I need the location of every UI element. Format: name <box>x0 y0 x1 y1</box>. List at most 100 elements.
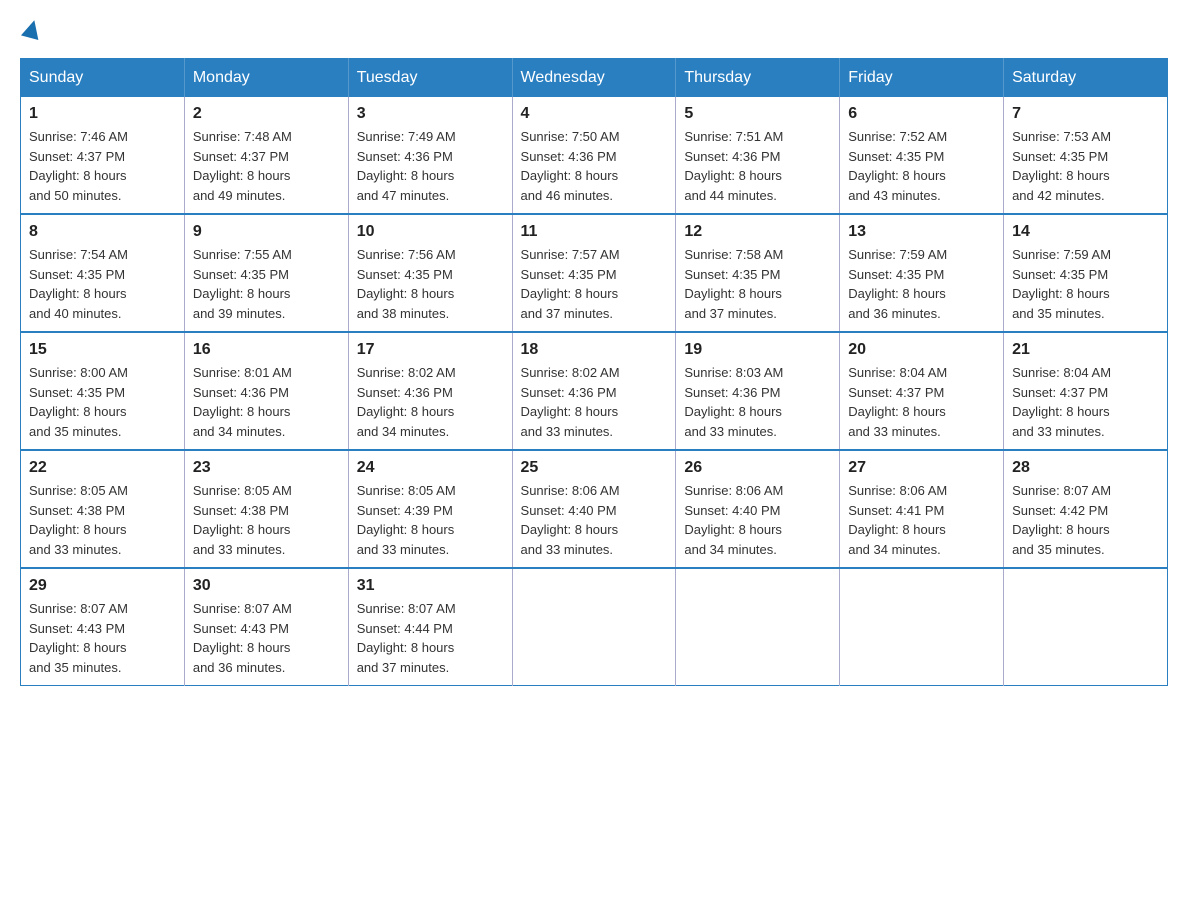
calendar-cell: 21 Sunrise: 8:04 AMSunset: 4:37 PMDaylig… <box>1004 332 1168 450</box>
calendar-cell: 7 Sunrise: 7:53 AMSunset: 4:35 PMDayligh… <box>1004 97 1168 214</box>
day-number: 9 <box>193 223 340 241</box>
calendar-cell: 13 Sunrise: 7:59 AMSunset: 4:35 PMDaylig… <box>840 214 1004 332</box>
day-number: 31 <box>357 577 504 595</box>
day-info: Sunrise: 8:01 AMSunset: 4:36 PMDaylight:… <box>193 363 340 441</box>
calendar-cell: 29 Sunrise: 8:07 AMSunset: 4:43 PMDaylig… <box>21 568 185 686</box>
day-info: Sunrise: 7:50 AMSunset: 4:36 PMDaylight:… <box>521 127 668 205</box>
day-header-monday: Monday <box>184 59 348 98</box>
day-info: Sunrise: 7:54 AMSunset: 4:35 PMDaylight:… <box>29 245 176 323</box>
calendar-cell: 28 Sunrise: 8:07 AMSunset: 4:42 PMDaylig… <box>1004 450 1168 568</box>
calendar-cell: 26 Sunrise: 8:06 AMSunset: 4:40 PMDaylig… <box>676 450 840 568</box>
calendar-cell: 10 Sunrise: 7:56 AMSunset: 4:35 PMDaylig… <box>348 214 512 332</box>
day-number: 8 <box>29 223 176 241</box>
day-info: Sunrise: 8:06 AMSunset: 4:40 PMDaylight:… <box>521 481 668 559</box>
calendar-cell: 4 Sunrise: 7:50 AMSunset: 4:36 PMDayligh… <box>512 97 676 214</box>
calendar-cell: 2 Sunrise: 7:48 AMSunset: 4:37 PMDayligh… <box>184 97 348 214</box>
calendar-cell <box>840 568 1004 686</box>
day-info: Sunrise: 8:07 AMSunset: 4:43 PMDaylight:… <box>193 599 340 677</box>
day-number: 13 <box>848 223 995 241</box>
calendar-header-row: SundayMondayTuesdayWednesdayThursdayFrid… <box>21 59 1168 98</box>
day-info: Sunrise: 8:02 AMSunset: 4:36 PMDaylight:… <box>521 363 668 441</box>
calendar-table: SundayMondayTuesdayWednesdayThursdayFrid… <box>20 58 1168 686</box>
calendar-cell: 16 Sunrise: 8:01 AMSunset: 4:36 PMDaylig… <box>184 332 348 450</box>
day-header-friday: Friday <box>840 59 1004 98</box>
day-info: Sunrise: 8:07 AMSunset: 4:44 PMDaylight:… <box>357 599 504 677</box>
calendar-cell: 9 Sunrise: 7:55 AMSunset: 4:35 PMDayligh… <box>184 214 348 332</box>
day-number: 14 <box>1012 223 1159 241</box>
day-info: Sunrise: 8:04 AMSunset: 4:37 PMDaylight:… <box>1012 363 1159 441</box>
calendar-cell: 6 Sunrise: 7:52 AMSunset: 4:35 PMDayligh… <box>840 97 1004 214</box>
day-number: 20 <box>848 341 995 359</box>
day-info: Sunrise: 7:59 AMSunset: 4:35 PMDaylight:… <box>1012 245 1159 323</box>
calendar-cell: 3 Sunrise: 7:49 AMSunset: 4:36 PMDayligh… <box>348 97 512 214</box>
day-number: 2 <box>193 105 340 123</box>
day-info: Sunrise: 7:53 AMSunset: 4:35 PMDaylight:… <box>1012 127 1159 205</box>
calendar-cell <box>676 568 840 686</box>
page-header <box>20 20 1168 38</box>
day-info: Sunrise: 8:05 AMSunset: 4:39 PMDaylight:… <box>357 481 504 559</box>
day-number: 11 <box>521 223 668 241</box>
calendar-week-4: 22 Sunrise: 8:05 AMSunset: 4:38 PMDaylig… <box>21 450 1168 568</box>
calendar-week-2: 8 Sunrise: 7:54 AMSunset: 4:35 PMDayligh… <box>21 214 1168 332</box>
day-info: Sunrise: 7:58 AMSunset: 4:35 PMDaylight:… <box>684 245 831 323</box>
calendar-body: 1 Sunrise: 7:46 AMSunset: 4:37 PMDayligh… <box>21 97 1168 686</box>
day-info: Sunrise: 8:02 AMSunset: 4:36 PMDaylight:… <box>357 363 504 441</box>
day-info: Sunrise: 7:57 AMSunset: 4:35 PMDaylight:… <box>521 245 668 323</box>
calendar-cell: 14 Sunrise: 7:59 AMSunset: 4:35 PMDaylig… <box>1004 214 1168 332</box>
calendar-cell: 24 Sunrise: 8:05 AMSunset: 4:39 PMDaylig… <box>348 450 512 568</box>
calendar-cell: 22 Sunrise: 8:05 AMSunset: 4:38 PMDaylig… <box>21 450 185 568</box>
calendar-cell: 25 Sunrise: 8:06 AMSunset: 4:40 PMDaylig… <box>512 450 676 568</box>
calendar-cell: 1 Sunrise: 7:46 AMSunset: 4:37 PMDayligh… <box>21 97 185 214</box>
day-info: Sunrise: 8:04 AMSunset: 4:37 PMDaylight:… <box>848 363 995 441</box>
calendar-cell: 12 Sunrise: 7:58 AMSunset: 4:35 PMDaylig… <box>676 214 840 332</box>
day-number: 23 <box>193 459 340 477</box>
calendar-cell: 18 Sunrise: 8:02 AMSunset: 4:36 PMDaylig… <box>512 332 676 450</box>
day-info: Sunrise: 8:07 AMSunset: 4:42 PMDaylight:… <box>1012 481 1159 559</box>
day-info: Sunrise: 8:07 AMSunset: 4:43 PMDaylight:… <box>29 599 176 677</box>
day-number: 10 <box>357 223 504 241</box>
day-number: 29 <box>29 577 176 595</box>
day-info: Sunrise: 7:55 AMSunset: 4:35 PMDaylight:… <box>193 245 340 323</box>
day-info: Sunrise: 7:49 AMSunset: 4:36 PMDaylight:… <box>357 127 504 205</box>
day-info: Sunrise: 8:05 AMSunset: 4:38 PMDaylight:… <box>29 481 176 559</box>
day-header-tuesday: Tuesday <box>348 59 512 98</box>
day-number: 15 <box>29 341 176 359</box>
day-number: 19 <box>684 341 831 359</box>
day-number: 25 <box>521 459 668 477</box>
day-number: 22 <box>29 459 176 477</box>
calendar-cell: 23 Sunrise: 8:05 AMSunset: 4:38 PMDaylig… <box>184 450 348 568</box>
day-number: 16 <box>193 341 340 359</box>
day-number: 17 <box>357 341 504 359</box>
day-number: 28 <box>1012 459 1159 477</box>
day-number: 6 <box>848 105 995 123</box>
day-number: 1 <box>29 105 176 123</box>
day-number: 27 <box>848 459 995 477</box>
day-info: Sunrise: 8:05 AMSunset: 4:38 PMDaylight:… <box>193 481 340 559</box>
day-info: Sunrise: 8:06 AMSunset: 4:41 PMDaylight:… <box>848 481 995 559</box>
day-number: 7 <box>1012 105 1159 123</box>
calendar-week-3: 15 Sunrise: 8:00 AMSunset: 4:35 PMDaylig… <box>21 332 1168 450</box>
calendar-cell: 20 Sunrise: 8:04 AMSunset: 4:37 PMDaylig… <box>840 332 1004 450</box>
day-info: Sunrise: 7:52 AMSunset: 4:35 PMDaylight:… <box>848 127 995 205</box>
day-info: Sunrise: 7:46 AMSunset: 4:37 PMDaylight:… <box>29 127 176 205</box>
calendar-cell: 15 Sunrise: 8:00 AMSunset: 4:35 PMDaylig… <box>21 332 185 450</box>
day-number: 24 <box>357 459 504 477</box>
logo-triangle-icon <box>21 18 43 40</box>
day-number: 30 <box>193 577 340 595</box>
calendar-cell <box>512 568 676 686</box>
day-number: 12 <box>684 223 831 241</box>
calendar-cell: 8 Sunrise: 7:54 AMSunset: 4:35 PMDayligh… <box>21 214 185 332</box>
day-number: 21 <box>1012 341 1159 359</box>
day-info: Sunrise: 8:06 AMSunset: 4:40 PMDaylight:… <box>684 481 831 559</box>
day-header-sunday: Sunday <box>21 59 185 98</box>
calendar-cell: 19 Sunrise: 8:03 AMSunset: 4:36 PMDaylig… <box>676 332 840 450</box>
day-header-wednesday: Wednesday <box>512 59 676 98</box>
calendar-cell: 11 Sunrise: 7:57 AMSunset: 4:35 PMDaylig… <box>512 214 676 332</box>
logo <box>20 20 44 38</box>
calendar-week-1: 1 Sunrise: 7:46 AMSunset: 4:37 PMDayligh… <box>21 97 1168 214</box>
day-number: 18 <box>521 341 668 359</box>
day-number: 4 <box>521 105 668 123</box>
calendar-cell: 17 Sunrise: 8:02 AMSunset: 4:36 PMDaylig… <box>348 332 512 450</box>
calendar-cell: 31 Sunrise: 8:07 AMSunset: 4:44 PMDaylig… <box>348 568 512 686</box>
calendar-cell <box>1004 568 1168 686</box>
